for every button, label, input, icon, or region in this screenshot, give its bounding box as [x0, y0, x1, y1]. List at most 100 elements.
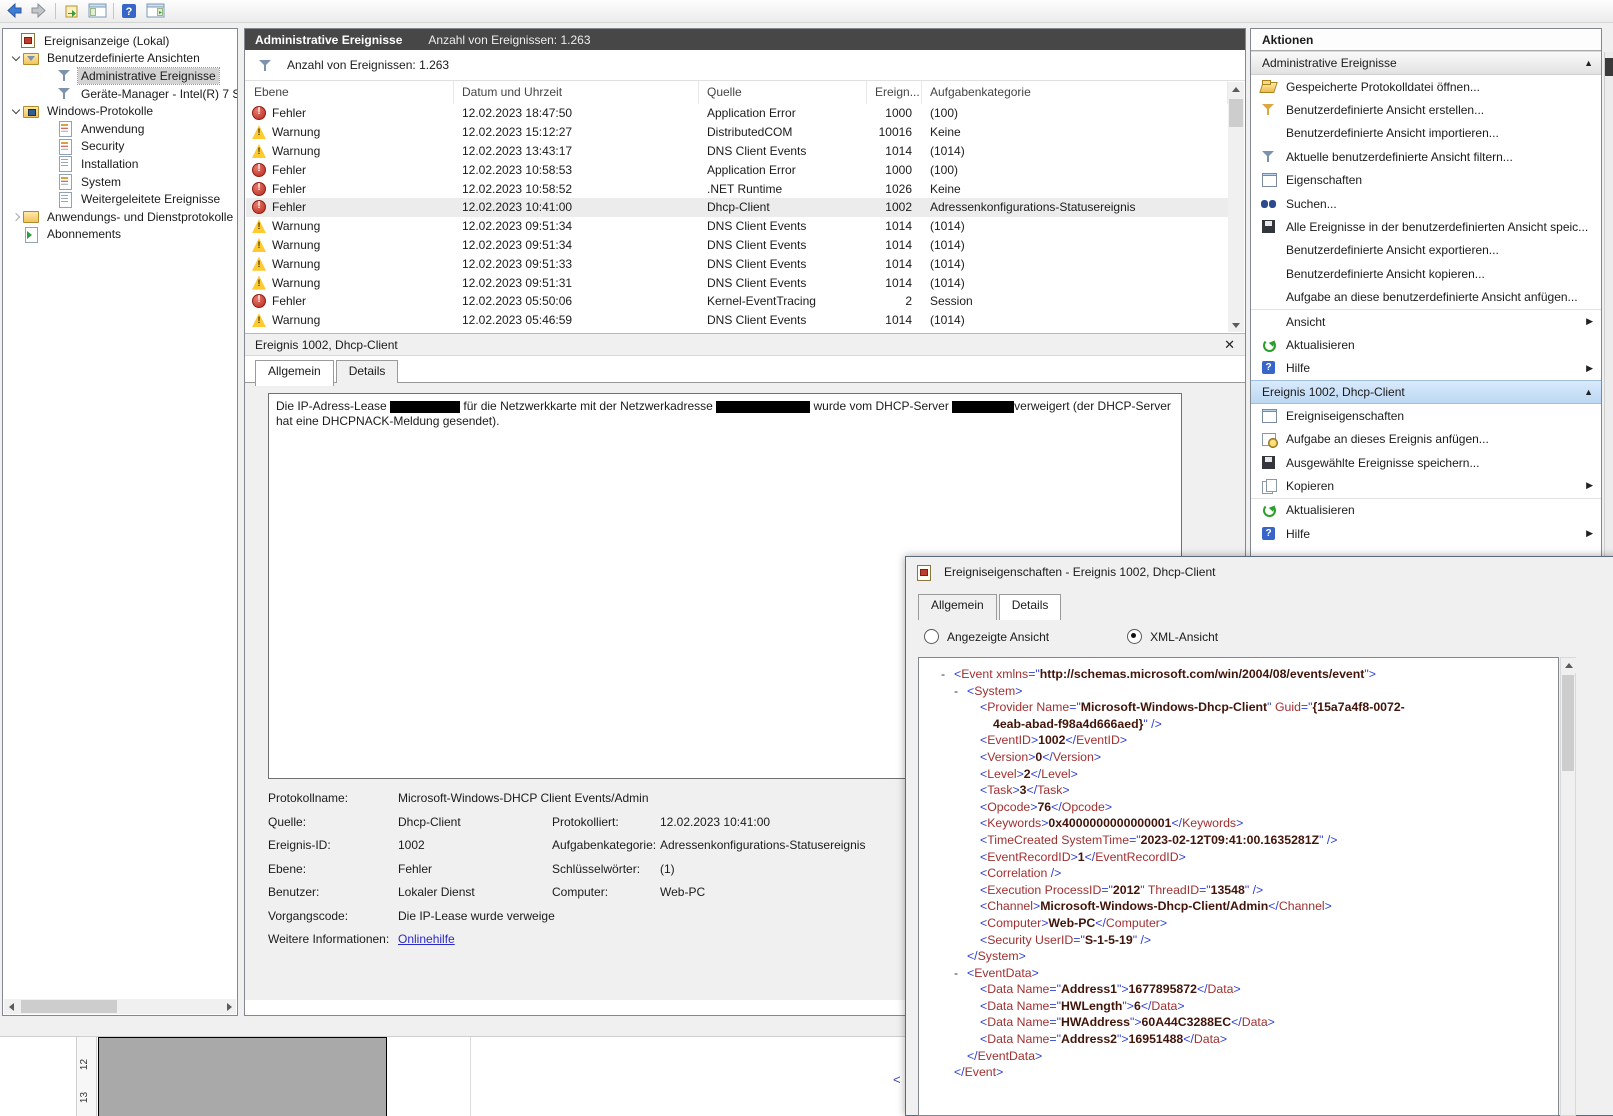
collapse-icon[interactable]: ▲ — [1584, 387, 1593, 397]
action-item[interactable]: Benutzerdefinierte Ansicht kopieren... — [1251, 262, 1601, 285]
tree-item-label: Installation — [78, 156, 141, 172]
tree-expander-icon[interactable] — [43, 175, 57, 189]
tree-item[interactable]: Geräte-Manager - Intel(R) 7 Series/ — [3, 85, 237, 103]
action-item[interactable]: Benutzerdefinierte Ansicht erstellen... — [1251, 98, 1601, 121]
table-row[interactable]: Warnung 12.02.2023 09:51:34 DNS Client E… — [246, 236, 1228, 255]
scroll-down-button[interactable] — [1228, 317, 1244, 332]
actions-section-header-event[interactable]: Ereignis 1002, Dhcp-Client ▲ — [1251, 380, 1601, 404]
tree-item-label: Benutzerdefinierte Ansichten — [44, 50, 203, 66]
radio-xml-view[interactable]: XML-Ansicht — [1127, 629, 1218, 644]
action-item[interactable]: Alle Ereignisse in der benutzerdefiniert… — [1251, 215, 1601, 238]
tree-expander-icon[interactable] — [43, 122, 57, 136]
xml-collapse-marker[interactable]: - — [941, 666, 954, 683]
column-header-eventid[interactable]: Ereign... — [867, 81, 922, 104]
action-item[interactable]: Suchen... — [1251, 192, 1601, 215]
action-item[interactable]: Aufgabe an dieses Ereignis anfügen... — [1251, 427, 1601, 450]
tree-expander-icon[interactable] — [43, 157, 57, 171]
close-icon[interactable]: ✕ — [1224, 337, 1235, 353]
tree-expander-icon[interactable] — [43, 139, 57, 153]
action-item[interactable]: Gespeicherte Protokolldatei öffnen... — [1251, 75, 1601, 98]
dialog-tab-allgemein[interactable]: Allgemein — [918, 594, 997, 620]
tree-item[interactable]: Ereignisanzeige (Lokal) — [3, 32, 237, 50]
tree-expander-icon[interactable] — [9, 210, 23, 224]
column-header-datetime[interactable]: Datum und Uhrzeit — [454, 81, 699, 104]
action-item[interactable]: Aktualisieren — [1251, 333, 1601, 356]
action-item[interactable]: Ansicht ▶ — [1251, 309, 1601, 333]
table-row[interactable]: Fehler 12.02.2023 10:58:53 Application E… — [246, 160, 1228, 179]
action-item[interactable]: Benutzerdefinierte Ansicht importieren..… — [1251, 122, 1601, 145]
table-row[interactable]: Fehler 12.02.2023 05:50:06 Kernel-EventT… — [246, 292, 1228, 311]
scroll-up-button[interactable] — [1561, 658, 1577, 673]
tree-expander-icon[interactable] — [9, 227, 23, 241]
table-row[interactable]: Warnung 12.02.2023 09:51:34 DNS Client E… — [246, 217, 1228, 236]
table-row[interactable]: Warnung 12.02.2023 15:12:27 DistributedC… — [246, 123, 1228, 142]
action-item[interactable]: Aktuelle benutzerdefinierte Ansicht filt… — [1251, 145, 1601, 168]
action-item[interactable]: Aufgabe an diese benutzerdefinierte Ansi… — [1251, 286, 1601, 309]
table-row[interactable]: Warnung 12.02.2023 09:51:31 DNS Client E… — [246, 273, 1228, 292]
tree-horizontal-scrollbar[interactable] — [4, 999, 236, 1014]
radio-displayed-view[interactable]: Angezeigte Ansicht — [924, 629, 1049, 644]
export-icon[interactable] — [63, 3, 81, 19]
column-header-category[interactable]: Aufgabenkategorie — [922, 81, 1228, 104]
scrollbar-thumb[interactable] — [21, 1000, 117, 1013]
dialog-tab-details[interactable]: Details — [999, 594, 1062, 620]
actions-section-header-view[interactable]: Administrative Ereignisse ▲ — [1251, 51, 1601, 75]
level-icon — [252, 257, 266, 271]
tree-expander-icon[interactable] — [9, 51, 23, 65]
action-item[interactable]: Ausgewählte Ereignisse speichern... — [1251, 451, 1601, 474]
forward-arrow-icon[interactable] — [30, 3, 48, 19]
table-row[interactable]: Warnung 12.02.2023 13:43:17 DNS Client E… — [246, 142, 1228, 161]
column-header-source[interactable]: Quelle — [699, 81, 867, 104]
action-item[interactable]: Ereigniseigenschaften — [1251, 404, 1601, 427]
action-item[interactable]: Hilfe ▶ — [1251, 357, 1601, 380]
back-arrow-icon[interactable] — [5, 3, 23, 19]
table-row[interactable]: Fehler 12.02.2023 10:41:00 Dhcp-Client 1… — [246, 198, 1228, 217]
tree-expander-icon[interactable] — [9, 104, 23, 118]
action-item[interactable]: Eigenschaften — [1251, 169, 1601, 192]
xml-view-scrollbar[interactable] — [1560, 657, 1576, 1116]
tree-item[interactable]: Windows-Protokolle — [3, 102, 237, 120]
scroll-right-button[interactable] — [221, 999, 236, 1014]
action-item[interactable]: Kopieren ▶ — [1251, 474, 1601, 497]
tree-item[interactable]: Weitergeleitete Ereignisse — [3, 190, 237, 208]
dialog-title-bar[interactable]: Ereigniseigenschaften - Ereignis 1002, D… — [906, 557, 1613, 587]
scrollbar-thumb[interactable] — [1229, 99, 1243, 127]
tree-item[interactable]: Benutzerdefinierte Ansichten — [3, 50, 237, 68]
table-row[interactable]: Warnung 12.02.2023 05:46:59 DNS Client E… — [246, 311, 1228, 330]
tab-details[interactable]: Details — [336, 360, 399, 383]
tree-expander-icon[interactable] — [43, 87, 57, 101]
help-icon[interactable]: ? — [121, 3, 139, 19]
tree-item[interactable]: Installation — [3, 155, 237, 173]
column-header-level[interactable]: Ebene — [246, 81, 454, 104]
tree-expander-icon[interactable] — [6, 34, 20, 48]
tree-item[interactable]: Security — [3, 138, 237, 156]
scrollbar-thumb[interactable] — [1605, 58, 1613, 76]
action-item[interactable]: Benutzerdefinierte Ansicht exportieren..… — [1251, 239, 1601, 262]
table-row[interactable]: Warnung 12.02.2023 09:51:33 DNS Client E… — [246, 254, 1228, 273]
source-cell: DNS Client Events — [699, 257, 867, 271]
table-row[interactable]: Fehler 12.02.2023 10:58:52 .NET Runtime … — [246, 179, 1228, 198]
event-table-scrollbar[interactable] — [1228, 82, 1244, 332]
scroll-left-button[interactable] — [4, 999, 19, 1014]
tree-item[interactable]: Anwendungs- und Dienstprotokolle — [3, 208, 237, 226]
tree-item[interactable]: Anwendung — [3, 120, 237, 138]
scrollbar-thumb[interactable] — [1562, 675, 1574, 771]
xml-collapse-marker[interactable]: - — [954, 965, 967, 982]
tab-allgemein[interactable]: Allgemein — [255, 360, 334, 386]
tree-item[interactable]: Administrative Ereignisse — [3, 67, 237, 85]
scroll-up-button[interactable] — [1228, 82, 1244, 97]
tree-item[interactable]: System — [3, 173, 237, 191]
online-help-link[interactable]: Onlinehilfe — [398, 932, 455, 956]
action-item[interactable]: Hilfe ▶ — [1251, 522, 1601, 545]
tree-expander-icon[interactable] — [43, 192, 57, 206]
tree-expander-icon[interactable] — [43, 69, 57, 83]
show-console-tree-icon[interactable] — [88, 3, 106, 19]
level-icon — [252, 106, 266, 120]
collapse-icon[interactable]: ▲ — [1584, 58, 1593, 68]
tree-item[interactable]: Abonnements — [3, 226, 237, 244]
action-item[interactable]: Aktualisieren — [1251, 498, 1601, 522]
show-action-pane-icon[interactable] — [146, 3, 164, 19]
table-row[interactable]: Fehler 12.02.2023 18:47:50 Application E… — [246, 104, 1228, 123]
xml-view[interactable]: -<Event xmlns="http://schemas.microsoft.… — [918, 657, 1559, 1116]
xml-collapse-marker[interactable]: - — [954, 683, 967, 700]
